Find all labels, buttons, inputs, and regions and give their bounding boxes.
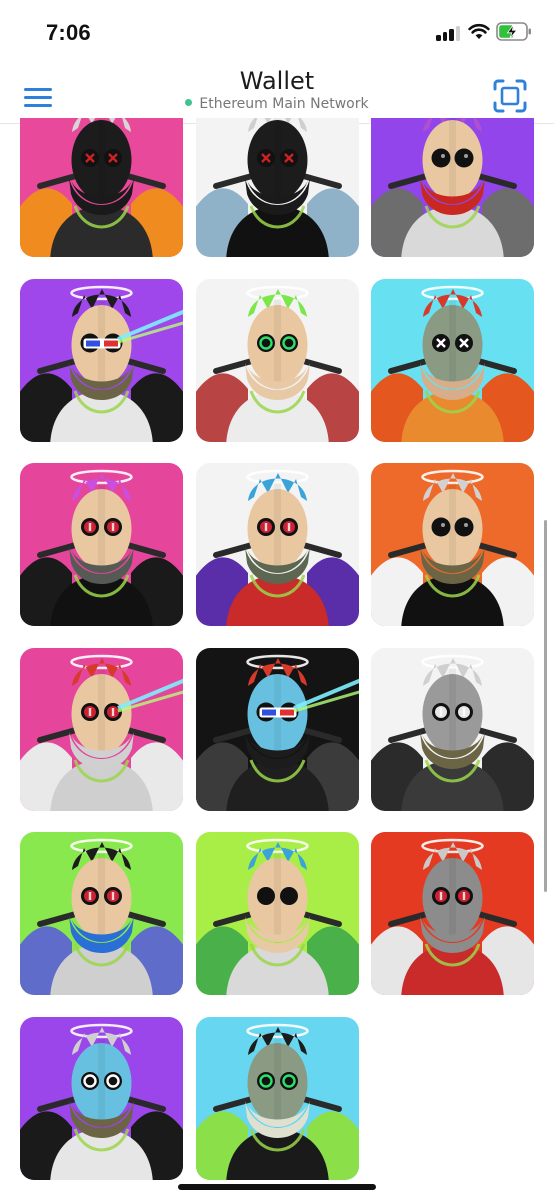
nft-avatar-image (371, 118, 534, 257)
nft-avatar-image (195, 118, 359, 257)
nft-avatar-image (195, 1023, 359, 1180)
nft-item[interactable] (20, 118, 183, 257)
page-title: Wallet (239, 67, 315, 95)
scrollbar[interactable] (544, 520, 547, 892)
nft-avatar-image (371, 838, 534, 995)
network-indicator[interactable]: Ethereum Main Network (0, 96, 554, 112)
nft-avatar-image (20, 118, 183, 257)
nft-avatar-image (20, 285, 183, 442)
nft-item[interactable] (195, 278, 359, 442)
nft-avatar-image (195, 654, 359, 811)
status-time: 7:06 (46, 20, 91, 45)
nft-avatar-image (371, 285, 534, 442)
nft-avatar-image (371, 654, 534, 811)
nft-item[interactable] (371, 463, 534, 626)
wifi-icon (468, 23, 490, 39)
nft-item[interactable] (20, 647, 183, 811)
nft-avatar-image (195, 838, 359, 995)
home-indicator[interactable] (178, 1184, 376, 1190)
nft-avatar-image (20, 654, 183, 811)
nft-item[interactable] (195, 118, 359, 257)
nft-item[interactable] (195, 463, 359, 626)
nft-item[interactable] (20, 832, 183, 995)
nft-item[interactable] (20, 278, 183, 442)
wallet-header: Wallet Ethereum Main Network (0, 62, 554, 124)
nft-item[interactable] (195, 1016, 359, 1180)
scan-frame-icon[interactable] (493, 79, 527, 113)
network-status-dot (185, 99, 193, 106)
nft-item[interactable] (195, 832, 359, 995)
nft-item[interactable] (20, 463, 183, 626)
nft-item[interactable] (371, 278, 534, 442)
nft-collection-grid (20, 118, 540, 1200)
cellular-signal-icon (436, 25, 462, 41)
nft-item[interactable] (195, 647, 359, 811)
nft-item[interactable] (371, 647, 534, 811)
nft-avatar-image (20, 469, 183, 626)
nft-item[interactable] (371, 832, 534, 995)
nft-avatar-image (195, 285, 359, 442)
nft-item[interactable] (371, 118, 534, 257)
nft-avatar-image (20, 838, 183, 995)
nft-item[interactable] (20, 1016, 183, 1180)
nft-avatar-image (371, 469, 534, 626)
status-bar: 7:06 (0, 0, 554, 62)
network-name: Ethereum Main Network (199, 96, 369, 112)
battery-charging-icon (496, 22, 531, 41)
nft-avatar-image (20, 1023, 183, 1180)
nft-avatar-image (195, 469, 359, 626)
